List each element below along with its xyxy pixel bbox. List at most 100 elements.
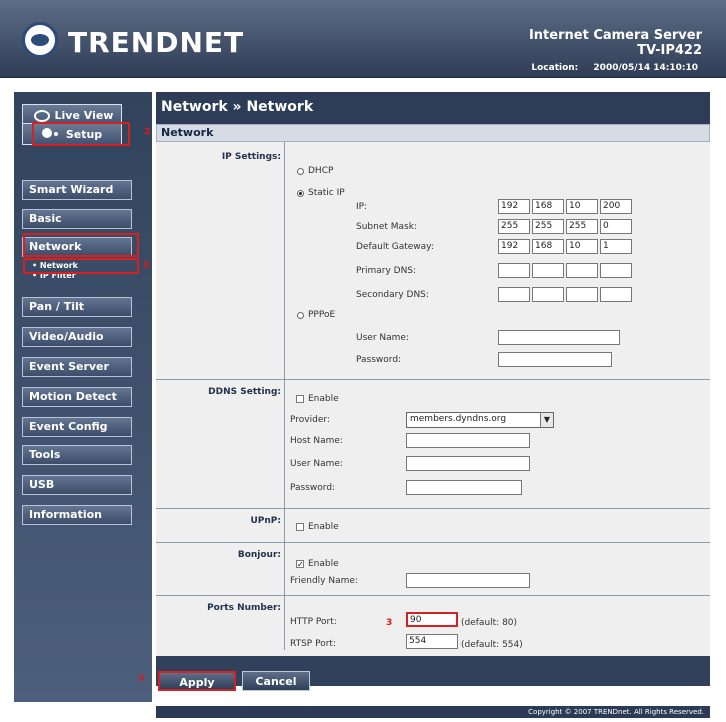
live-view-label: Live View [54,108,114,122]
sidebar-item-pan-tilt[interactable]: Pan / Tilt [22,297,132,317]
sidebar-item-event-server[interactable]: Event Server [22,357,132,377]
eye-icon [31,110,50,122]
logo-text: TRENDNET [68,26,245,59]
annotation-three-sidebar: 3 [143,261,150,271]
gateway-octet-1[interactable]: 192 [498,239,530,254]
ip-octet-2[interactable]: 168 [532,199,564,214]
primary-dns-octet-1[interactable] [498,263,530,278]
secondary-dns-octet-3[interactable] [566,287,598,302]
default-gateway-label: Default Gateway: [356,242,434,252]
location-label: Location: [531,63,579,73]
sidebar-item-smart-wizard[interactable]: Smart Wizard [22,180,132,200]
bonjour-enable-checkbox[interactable]: ✓ [296,560,304,569]
http-port-input[interactable]: 90 [406,612,458,627]
annotation-three-apply: 3 [138,674,145,684]
primary-dns-label: Primary DNS: [356,266,417,276]
setup-highlight [32,122,130,146]
ip-label: IP: [356,202,368,212]
cancel-button[interactable]: Cancel [242,671,310,691]
friendly-name-input[interactable] [406,573,530,588]
section-divider [284,142,285,650]
ddns-host-name-input[interactable] [406,433,530,448]
static-ip-label: Static IP [308,188,345,198]
network-highlight [23,233,139,257]
provider-select[interactable]: members.dyndns.org ▼ [406,412,554,428]
ip-octet-4[interactable]: 200 [600,199,632,214]
camera-admin-page: TRENDNET Internet Camera Server TV-IP422… [0,0,726,722]
subnet-octet-1[interactable]: 255 [498,219,530,234]
primary-dns-octet-3[interactable] [566,263,598,278]
pppoe-password-input[interactable] [498,352,612,367]
sidebar-item-basic[interactable]: Basic [22,209,132,229]
sidebar-item-event-config[interactable]: Event Config [22,417,132,437]
server-title-text: Internet Camera Server [528,28,702,43]
subnet-octet-2[interactable]: 255 [532,219,564,234]
provider-value: members.dyndns.org [410,414,507,424]
annotation-two: 2 [144,127,151,137]
secondary-dns-label: Secondary DNS: [356,290,429,300]
upnp-label: UPnP: [250,516,281,526]
model-text: TV-IP422 [637,43,702,58]
ddns-password-label: Password: [290,483,336,493]
http-port-label: HTTP Port: [290,617,337,627]
trendnet-logo-icon [22,22,58,58]
rtsp-port-label: RTSP Port: [290,639,336,649]
bonjour-label: Bonjour: [237,550,281,560]
annotation-three-port: 3 [386,618,393,628]
location-status: Location: 2000/05/14 14:10:10 [519,63,698,73]
dhcp-radio[interactable] [297,168,304,175]
ddns-section-line [156,379,710,380]
ddns-user-name-input[interactable] [406,456,530,471]
pppoe-label: PPPoE [308,310,336,320]
ports-section-line [156,595,710,596]
sidebar-item-motion-detect[interactable]: Motion Detect [22,387,132,407]
pppoe-user-name-label: User Name: [356,333,409,343]
static-ip-radio[interactable] [297,190,304,197]
header: TRENDNET Internet Camera Server TV-IP422… [0,0,726,78]
sidebar-item-tools[interactable]: Tools [22,445,132,465]
gateway-octet-4[interactable]: 1 [600,239,632,254]
ddns-user-name-label: User Name: [290,459,343,469]
rtsp-port-default: (default: 554) [461,640,523,650]
ddns-password-input[interactable] [406,480,522,495]
upnp-enable-checkbox[interactable] [296,523,304,531]
upnp-enable-label: Enable [308,522,339,532]
ip-settings-label: IP Settings: [221,152,281,162]
sidebar-item-video-audio[interactable]: Video/Audio [22,327,132,347]
ip-octet-3[interactable]: 10 [566,199,598,214]
secondary-dns-octet-2[interactable] [532,287,564,302]
gateway-octet-2[interactable]: 168 [532,239,564,254]
primary-dns-octet-4[interactable] [600,263,632,278]
copyright-footer: Copyright © 2007 TRENDnet. All Rights Re… [156,706,710,718]
timestamp: 2000/05/14 14:10:10 [593,63,698,73]
subnet-octet-4[interactable]: 0 [600,219,632,234]
secondary-dns-octet-1[interactable] [498,287,530,302]
network-submenu-highlight [23,258,139,274]
pppoe-user-name-input[interactable] [498,330,620,345]
main-content: Network » Network Network IP Settings: D… [156,92,710,676]
ports-number-label: Ports Number: [207,603,281,613]
panel-title: Network [156,124,710,142]
server-title: Internet Camera Server TV-IP422 [529,28,702,58]
gateway-octet-3[interactable]: 10 [566,239,598,254]
pppoe-radio[interactable] [297,312,304,319]
subnet-octet-3[interactable]: 255 [566,219,598,234]
page-title: Network » Network [156,92,710,124]
pppoe-password-label: Password: [356,355,402,365]
rtsp-port-input[interactable]: 554 [406,634,458,649]
dhcp-label: DHCP [308,166,334,176]
bonjour-enable-label: Enable [308,559,339,569]
friendly-name-label: Friendly Name: [290,576,358,586]
primary-dns-octet-2[interactable] [532,263,564,278]
sidebar-item-information[interactable]: Information [22,505,132,525]
bonjour-section-line [156,542,710,543]
ddns-enable-checkbox[interactable] [296,395,304,403]
secondary-dns-octet-4[interactable] [600,287,632,302]
sidebar: Live View Setup 2 Smart Wizard Basic Net… [14,92,152,702]
ddns-enable-label: Enable [308,394,339,404]
sidebar-item-usb[interactable]: USB [22,475,132,495]
ip-octet-1[interactable]: 192 [498,199,530,214]
action-bar [156,656,710,686]
chevron-down-icon[interactable]: ▼ [540,413,553,427]
apply-button[interactable]: Apply [158,671,236,691]
